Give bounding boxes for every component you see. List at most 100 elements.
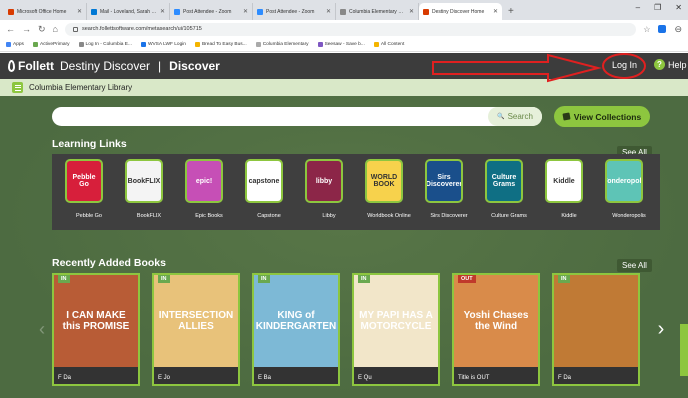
help-link[interactable]: ? Help xyxy=(654,59,687,70)
learning-link[interactable]: Culture Grams Culture Grams xyxy=(478,159,538,223)
tab-close-icon[interactable]: ✕ xyxy=(493,8,498,15)
view-collections-button[interactable]: View Collections xyxy=(554,106,650,127)
learning-link-icon: Kiddle xyxy=(545,159,583,203)
login-link[interactable]: Log In xyxy=(612,60,637,70)
bookmark-label: All Content xyxy=(380,42,405,47)
browser-tab[interactable]: Post Attendee - Zoom ✕ xyxy=(253,3,336,20)
tab-close-icon[interactable]: ✕ xyxy=(160,8,165,15)
browser-tab[interactable]: Post Attendee - Zoom ✕ xyxy=(170,3,253,20)
book-cover-title: KING of KINDERGARTEN xyxy=(255,310,337,332)
account-icon[interactable]: ⊖ xyxy=(674,24,682,35)
book-card[interactable]: INTERSECTION ALLIES IN E Jo xyxy=(152,273,240,386)
availability-badge: IN xyxy=(558,275,570,283)
browser-tabstrip: Microsoft Office Home ✕ Mail - Loveland, S… xyxy=(0,0,688,20)
learning-link-icon: Wonderopolis xyxy=(605,159,643,203)
learning-link[interactable]: Wonderopolis Wonderopolis xyxy=(598,159,658,223)
lock-icon xyxy=(72,26,78,32)
bookmark-item[interactable]: Apps xyxy=(6,42,24,47)
browser-tab[interactable]: Mail - Loveland, Sarah - Outlook✕ xyxy=(87,3,170,20)
bookmark-item[interactable]: Log In - Columbia E... xyxy=(78,42,132,47)
browser-tab[interactable]: Microsoft Office Home ✕ xyxy=(4,3,87,20)
new-tab-button[interactable]: + xyxy=(502,3,520,20)
bookmark-item[interactable]: ActivePrimary xyxy=(32,42,70,47)
learning-link-icon: libby xyxy=(305,159,343,203)
book-cover-title: Yoshi Chases the Wind xyxy=(463,310,529,332)
bookmark-item[interactable]: Bread To Easy Bus... xyxy=(194,42,247,47)
bookmark-label: Seesaw - Save b... xyxy=(324,42,365,47)
bookmark-item[interactable]: Seesaw - Save b... xyxy=(317,42,365,47)
bookmark-label: ActivePrimary xyxy=(39,42,70,47)
tab-favicon-icon xyxy=(423,8,429,15)
learning-link-art: Sirs Discoverer xyxy=(425,174,463,188)
follett-logo-icon xyxy=(8,60,15,72)
learning-link-icon: BookFLIX xyxy=(125,159,163,203)
reload-icon[interactable]: ↻ xyxy=(38,24,46,35)
search-input[interactable] xyxy=(52,107,542,126)
address-bar: ← → ↻ ⌂ search.follettsoftware.com/metas… xyxy=(0,20,688,38)
book-cover-title: MY PAPI HAS A MOTORCYCLE xyxy=(359,310,433,332)
product-name: Destiny Discover xyxy=(60,59,151,73)
bookmark-item[interactable]: All Content xyxy=(373,42,405,47)
learning-link[interactable]: Pebble Go Pebble Go xyxy=(58,159,118,223)
toolbar-icons: ☆ ⊖ xyxy=(643,24,682,35)
browser-tab[interactable]: Destiny Discover Home ✕ xyxy=(419,3,502,20)
bookmark-icon xyxy=(255,42,261,47)
close-window-button[interactable]: ✕ xyxy=(675,3,682,12)
forward-icon[interactable]: → xyxy=(22,24,31,34)
learning-link[interactable]: libby Libby xyxy=(298,159,358,223)
back-icon[interactable]: ← xyxy=(6,24,15,34)
bookmark-label: Columbia Elementary xyxy=(262,42,309,47)
book-card[interactable]: IN F Da xyxy=(552,273,640,386)
book-cover xyxy=(554,275,638,367)
book-card[interactable]: KING of KINDERGARTEN IN E Ba xyxy=(252,273,340,386)
extension-icon[interactable] xyxy=(658,25,667,33)
tab-close-icon[interactable]: ✕ xyxy=(243,8,248,15)
bookmark-label: WVSA LWF Login xyxy=(147,42,186,47)
bookmarks-bar: Apps ActivePrimary Log In - Columbia E... W… xyxy=(0,38,688,52)
view-collections-label: View Collections xyxy=(573,111,642,122)
collections-icon xyxy=(562,112,571,121)
search-button[interactable]: 🔍 Search xyxy=(488,107,542,126)
learning-link[interactable]: Kiddle Kiddle xyxy=(538,159,598,223)
carousel-prev-icon[interactable]: ‹ xyxy=(36,317,48,341)
bookmark-star-icon[interactable]: ☆ xyxy=(643,25,650,34)
call-number: E Qu xyxy=(358,375,372,381)
learning-link-art: WORLD BOOK xyxy=(370,174,398,188)
learning-link[interactable]: epic! Epic Books xyxy=(178,159,238,223)
availability-badge: OUT xyxy=(458,275,476,283)
library-name: Columbia Elementary Library xyxy=(29,83,133,92)
destiny-logo[interactable]: Follett Destiny Discover | Discover xyxy=(8,59,220,73)
maximize-button[interactable]: ❐ xyxy=(654,3,661,12)
tab-close-icon[interactable]: ✕ xyxy=(326,8,331,15)
help-label: Help xyxy=(668,59,687,70)
book-cover: INTERSECTION ALLIES xyxy=(154,275,238,367)
bookmark-item[interactable]: WVSA LWF Login xyxy=(140,42,186,47)
menu-icon[interactable] xyxy=(12,82,23,93)
recent-books-title: Recently Added Books xyxy=(52,257,166,269)
learning-link-art: Pebble Go xyxy=(72,174,96,188)
learning-link[interactable]: WORLD BOOK Worldbook Online xyxy=(358,159,418,223)
tab-close-icon[interactable]: ✕ xyxy=(77,8,82,15)
book-cover-title: INTERSECTION ALLIES xyxy=(158,310,234,332)
learning-link-art: Wonderopolis xyxy=(607,177,642,185)
call-number: F Da xyxy=(558,375,572,381)
book-card[interactable]: I CAN MAKE this PROMISE IN F Da xyxy=(52,273,140,386)
book-card[interactable]: MY PAPI HAS A MOTORCYCLE IN E Qu xyxy=(352,273,440,386)
learning-link[interactable]: BookFLIX BookFLIX xyxy=(118,159,178,223)
book-card[interactable]: Yoshi Chases the Wind OUT Title is OUT xyxy=(452,273,540,386)
library-bar: Columbia Elementary Library xyxy=(0,79,688,96)
learning-link[interactable]: Sirs Discoverer Sirs Discoverer xyxy=(418,159,478,223)
window-controls: – ❐ ✕ xyxy=(636,3,682,12)
tab-close-icon[interactable]: ✕ xyxy=(409,8,414,15)
browser-tab[interactable]: Columbia Elementary School✕ xyxy=(336,3,419,20)
url-field[interactable]: search.follettsoftware.com/metasearch/ui… xyxy=(64,22,637,36)
bookmark-item[interactable]: Columbia Elementary xyxy=(255,42,309,47)
carousel-next-icon[interactable]: › xyxy=(653,317,669,341)
minimize-button[interactable]: – xyxy=(636,3,640,12)
call-number: Title is OUT xyxy=(458,375,490,381)
feedback-side-tab[interactable] xyxy=(680,324,688,376)
help-icon: ? xyxy=(654,59,665,70)
home-icon[interactable]: ⌂ xyxy=(53,24,58,34)
recent-books-see-all[interactable]: See All xyxy=(617,259,652,272)
learning-link[interactable]: capstone Capstone xyxy=(238,159,298,223)
